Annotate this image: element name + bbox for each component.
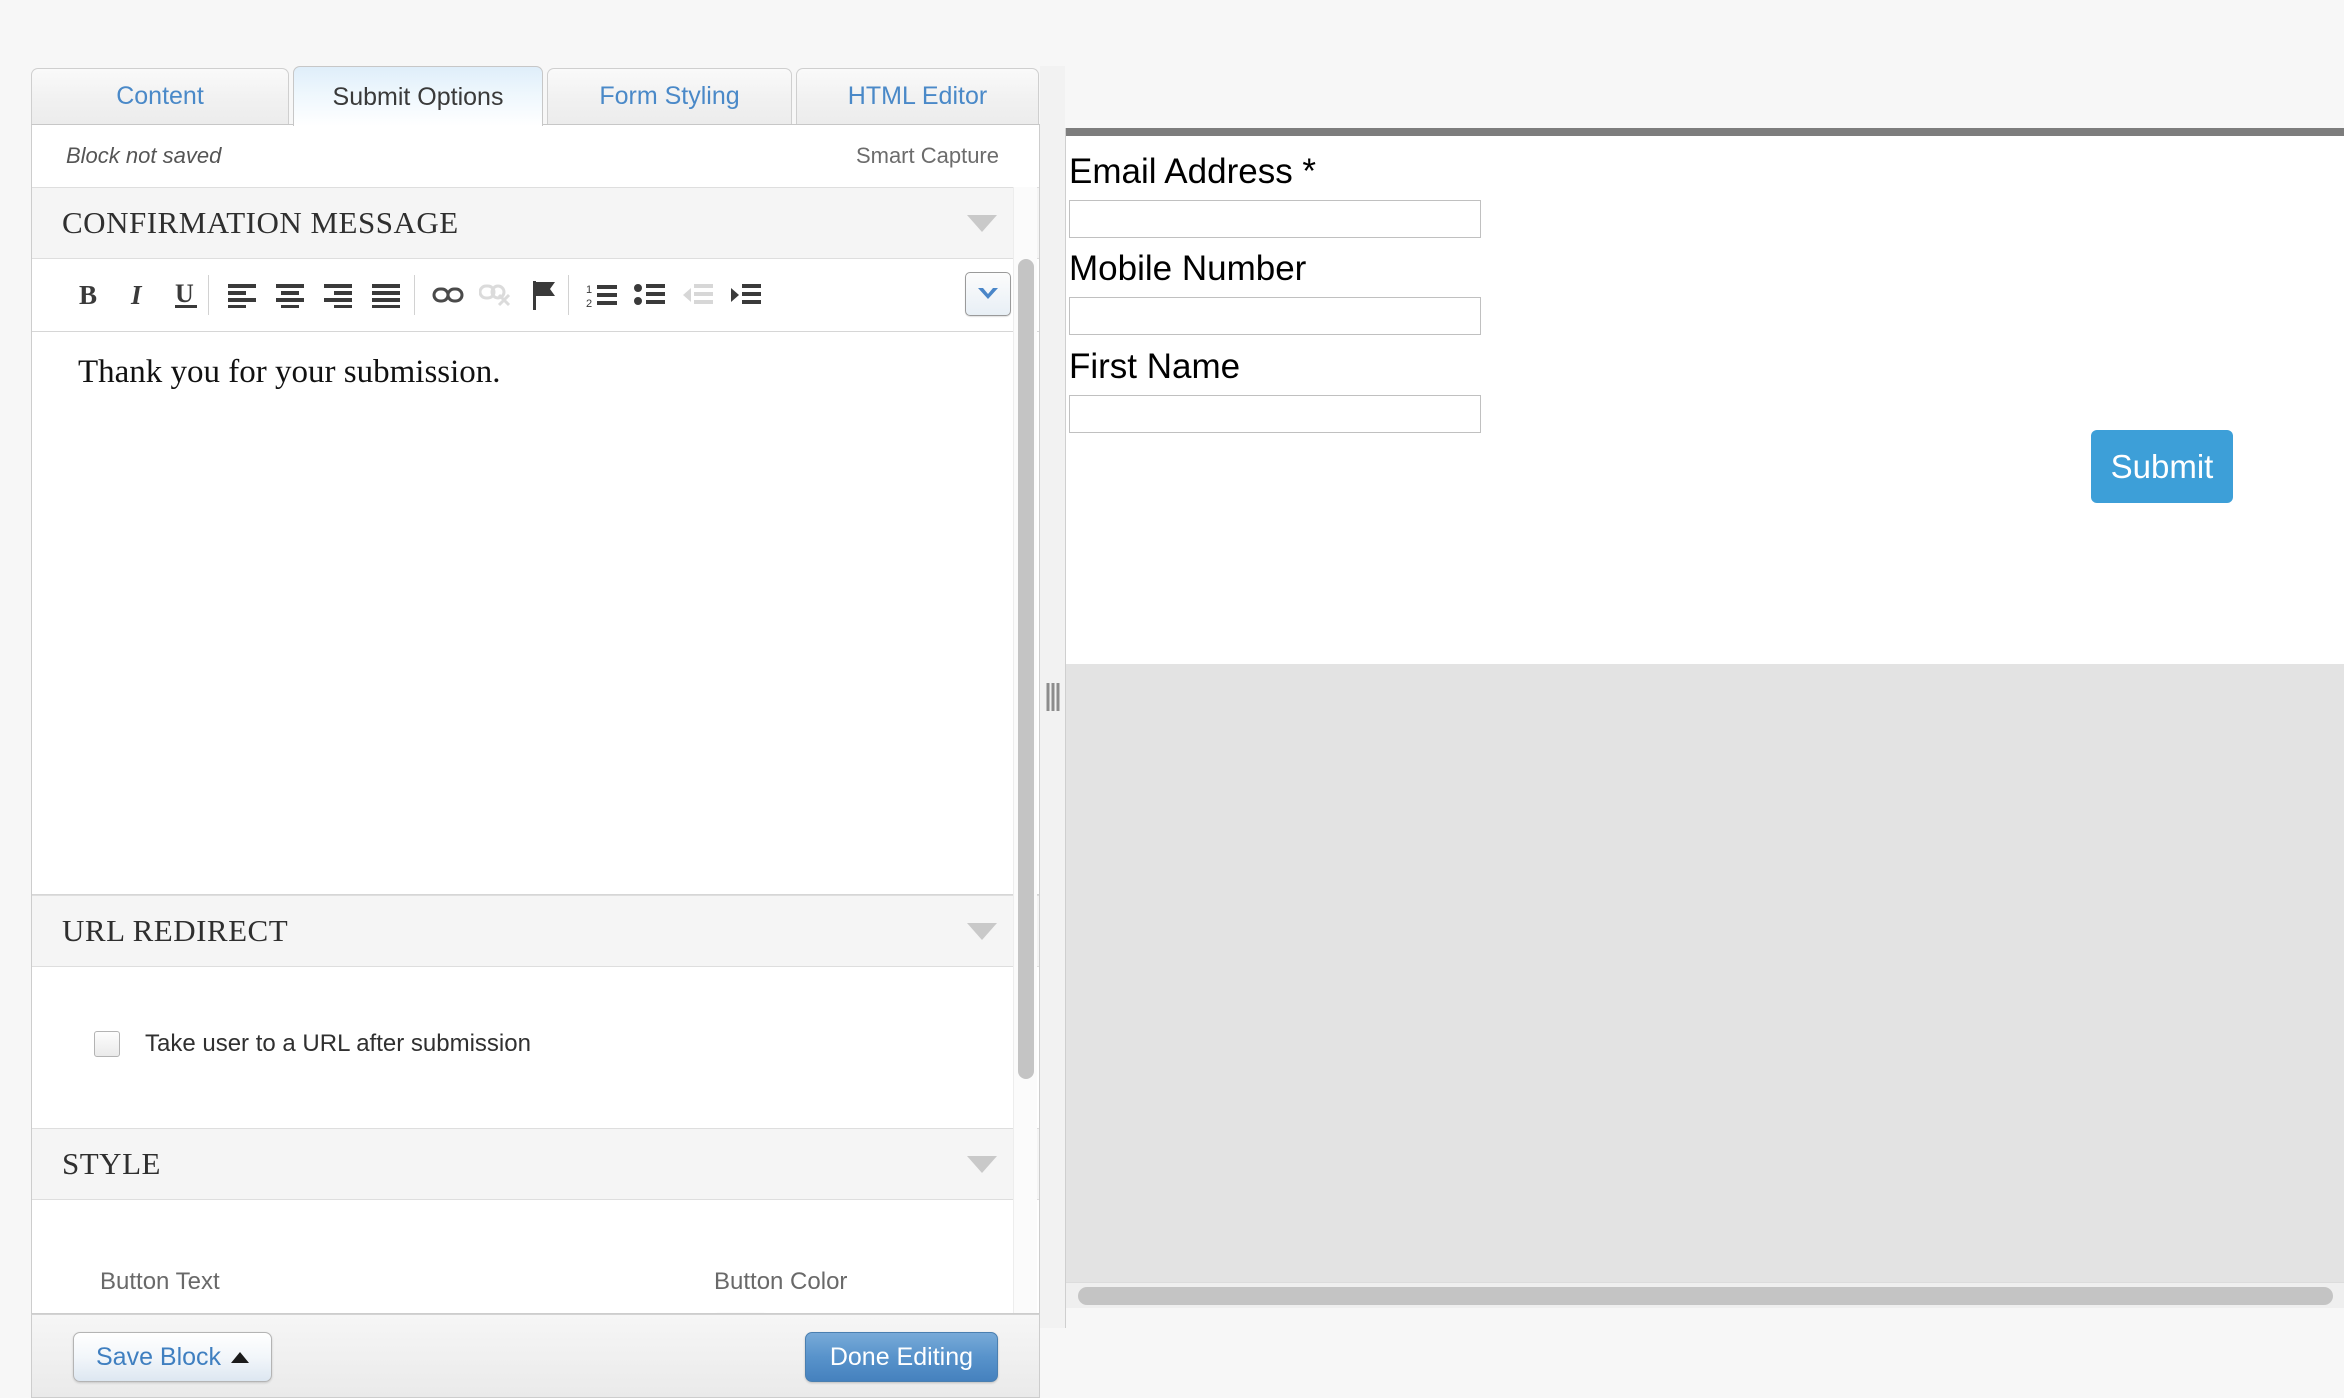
panel-splitter[interactable] (1040, 66, 1065, 1328)
block-editor-panel: Content Submit Options Form Styling HTML… (31, 66, 1040, 1328)
bold-icon[interactable]: B (68, 273, 112, 317)
preview-submit-button[interactable]: Submit (2091, 430, 2233, 503)
collapse-caret-down-icon[interactable] (967, 1156, 997, 1173)
preview-input-email-address[interactable] (1069, 200, 1481, 238)
editor-meta-bar: Block not saved Smart Capture (32, 125, 1039, 187)
section-title-url-redirect: URL REDIRECT (62, 913, 288, 949)
smart-capture-label[interactable]: Smart Capture (856, 143, 999, 169)
form-preview-panel: Email Address * Mobile Number First Name… (1065, 128, 2344, 1328)
svg-text:I: I (130, 280, 143, 310)
link-icon[interactable] (426, 273, 470, 317)
editor-panel-body: Block not saved Smart Capture CONFIRMATI… (31, 124, 1040, 1314)
preview-label-mobile-number: Mobile Number (1069, 249, 1306, 289)
svg-text:B: B (79, 280, 97, 310)
editor-footer-bar: Save Block Done Editing (31, 1314, 1040, 1398)
preview-label-first-name: First Name (1069, 347, 1240, 387)
preview-horizontal-scrollbar-track[interactable] (1066, 1282, 2344, 1308)
block-status-text: Block not saved (66, 143, 221, 169)
outdent-icon[interactable] (676, 273, 720, 317)
settings-scrollbar-thumb[interactable] (1018, 259, 1034, 1079)
button-color-label: Button Color (714, 1268, 847, 1296)
editor-tab-strip: Content Submit Options Form Styling HTML… (31, 66, 1040, 124)
url-redirect-checkbox[interactable] (94, 1031, 120, 1057)
save-block-label: Save Block (96, 1343, 221, 1372)
collapse-caret-down-icon[interactable] (967, 923, 997, 940)
underline-icon[interactable]: U (164, 273, 208, 317)
svg-text:U: U (175, 279, 194, 308)
confirmation-message-text: Thank you for your submission. (78, 354, 501, 391)
preview-bottom-strip (1066, 1308, 2344, 1328)
section-header-confirmation-message[interactable]: CONFIRMATION MESSAGE (32, 187, 1039, 259)
align-right-icon[interactable] (316, 273, 360, 317)
settings-scrollbar-track[interactable] (1013, 187, 1037, 1314)
indent-icon[interactable] (724, 273, 768, 317)
application-stage: Content Submit Options Form Styling HTML… (0, 0, 2344, 1340)
url-redirect-body: Take user to a URL after submission (32, 967, 1039, 1128)
preview-input-first-name[interactable] (1069, 395, 1481, 433)
tab-submit-options[interactable]: Submit Options (293, 66, 543, 126)
confirmation-message-editor[interactable]: Thank you for your submission. (32, 332, 1039, 895)
rich-text-toolbar: B I U (32, 259, 1039, 332)
url-redirect-checkbox-label[interactable]: Take user to a URL after submission (145, 1030, 531, 1058)
splitter-grip-icon[interactable] (1046, 683, 1059, 711)
svg-text:1: 1 (586, 284, 592, 296)
align-left-icon[interactable] (220, 273, 264, 317)
button-text-label: Button Text (100, 1268, 220, 1296)
italic-icon[interactable]: I (116, 273, 160, 317)
svg-text:2: 2 (586, 298, 592, 308)
unordered-list-icon[interactable] (628, 273, 672, 317)
section-header-style[interactable]: STYLE (32, 1128, 1039, 1200)
url-redirect-checkbox-row[interactable]: Take user to a URL after submission (94, 1030, 531, 1058)
style-body: Button Text Button Color (32, 1200, 1039, 1314)
align-justify-icon[interactable] (364, 273, 408, 317)
tab-form-styling[interactable]: Form Styling (547, 68, 792, 124)
unlink-icon[interactable] (474, 273, 518, 317)
tab-content[interactable]: Content (31, 68, 289, 124)
preview-top-divider (1066, 128, 2344, 136)
preview-label-email-address: Email Address * (1069, 152, 1316, 192)
section-header-url-redirect[interactable]: URL REDIRECT (32, 895, 1039, 967)
chevron-down-icon[interactable] (965, 272, 1011, 316)
align-center-icon[interactable] (268, 273, 312, 317)
caret-up-icon (231, 1352, 249, 1363)
section-title-confirmation-message: CONFIRMATION MESSAGE (62, 205, 459, 241)
preview-form: Email Address * Mobile Number First Name… (1066, 136, 2344, 664)
collapse-caret-down-icon[interactable] (967, 215, 997, 232)
done-editing-label: Done Editing (830, 1343, 973, 1372)
preview-input-mobile-number[interactable] (1069, 297, 1481, 335)
tab-html-editor[interactable]: HTML Editor (796, 68, 1039, 124)
preview-horizontal-scrollbar-thumb[interactable] (1078, 1287, 2333, 1305)
ordered-list-icon[interactable]: 1 2 (580, 273, 624, 317)
section-title-style: STYLE (62, 1146, 161, 1182)
anchor-flag-icon[interactable] (522, 273, 566, 317)
